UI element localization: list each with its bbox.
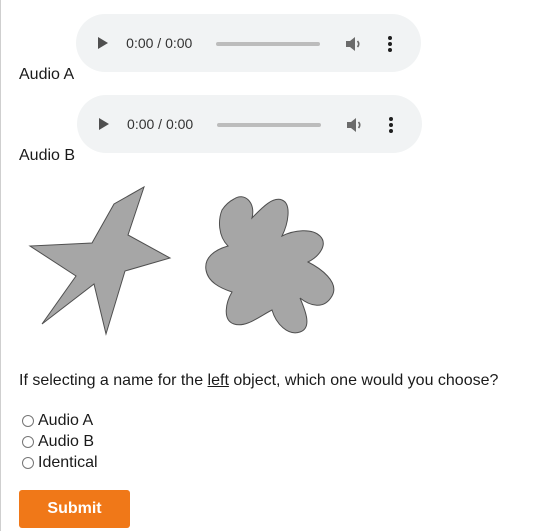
option-audio-b-radio[interactable]	[22, 435, 34, 448]
rounded-blob-shape	[205, 196, 335, 334]
question-suffix: object, which one would you choose?	[228, 372, 499, 389]
option-identical[interactable]: Identical	[22, 452, 98, 473]
volume-icon[interactable]	[345, 116, 365, 134]
submit-button[interactable]: Submit	[19, 490, 130, 528]
audio-a-time: 0:00 / 0:00	[126, 35, 193, 51]
question-prefix: If selecting a name for the	[19, 372, 208, 389]
audio-row-a: Audio A 0:00 / 0:00	[19, 14, 422, 83]
question-emphasis: left	[207, 372, 229, 389]
audio-a-progress-track[interactable]	[216, 42, 321, 46]
play-icon[interactable]	[98, 37, 109, 49]
spiky-star-shape	[28, 185, 172, 336]
audio-a-player[interactable]: 0:00 / 0:00	[76, 14, 422, 72]
volume-icon[interactable]	[344, 35, 364, 53]
option-audio-a-label: Audio A	[38, 411, 94, 429]
audio-b-progress-track[interactable]	[217, 123, 322, 127]
option-identical-label: Identical	[38, 453, 98, 471]
play-icon[interactable]	[99, 118, 110, 130]
more-options-icon[interactable]	[384, 35, 396, 53]
audio-row-b: Audio B 0:00 / 0:00	[19, 95, 423, 164]
shape-pair	[28, 185, 335, 336]
audio-a-label: Audio A	[19, 66, 75, 83]
page-left-border	[0, 0, 1, 531]
option-audio-b[interactable]: Audio B	[22, 431, 98, 452]
option-audio-a[interactable]: Audio A	[22, 410, 98, 431]
audio-b-time: 0:00 / 0:00	[127, 116, 194, 132]
audio-b-player[interactable]: 0:00 / 0:00	[77, 95, 423, 153]
question-text: If selecting a name for the left object,…	[19, 371, 498, 391]
option-identical-radio[interactable]	[22, 456, 34, 469]
audio-b-label: Audio B	[19, 147, 76, 164]
more-options-icon[interactable]	[385, 116, 397, 134]
option-audio-b-label: Audio B	[38, 432, 95, 450]
option-audio-a-radio[interactable]	[22, 414, 34, 427]
answer-options: Audio A Audio B Identical	[22, 410, 98, 473]
